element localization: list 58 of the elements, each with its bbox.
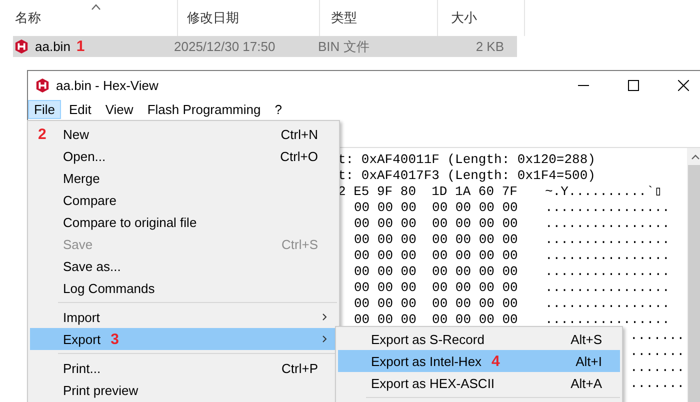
hexagon-h-icon	[35, 78, 50, 93]
segment-info-line: t: 0xAF40011F (Length: 0x120=288)	[338, 152, 596, 168]
ascii-text: ................	[545, 296, 670, 312]
ascii-text: ................	[545, 200, 670, 216]
ascii-text: .......	[630, 328, 685, 344]
menu-bar-item[interactable]: ?	[268, 100, 288, 119]
ascii-text: .......	[630, 376, 685, 392]
hex-bytes: 00 00 00 00 00 00 00	[353, 216, 519, 232]
hex-bytes: 00 00 00 00 00 00 00	[353, 280, 519, 296]
ascii-text: ................	[545, 280, 670, 296]
menu-item[interactable]: Print... Ctrl+P	[30, 357, 337, 379]
menu-item[interactable]: 2 New Ctrl+N	[30, 123, 337, 145]
ascii-text: ................	[545, 248, 670, 264]
modified-date: 2025/12/30 17:50	[174, 39, 276, 54]
hexagon-h-icon	[14, 39, 29, 54]
ascii-text: ................	[545, 312, 670, 328]
ascii-text: ................	[545, 216, 670, 232]
menu-item[interactable]: Export as S-Record Alt+S	[338, 328, 620, 350]
file-type: BIN 文件	[318, 38, 370, 56]
ascii-text: ................	[545, 232, 670, 248]
menu-item[interactable]: Compare	[30, 189, 337, 211]
hex-bytes: 00 00 00 00 00 00 00	[353, 248, 519, 264]
file-name: aa.bin	[35, 39, 70, 54]
menu-item[interactable]: Export 3	[30, 328, 337, 350]
step-number: 1	[76, 38, 85, 55]
segment-info-line: t: 0xAF4017F3 (Length: 0x1F4=500)	[338, 168, 596, 184]
menu-item[interactable]: Log Commands	[30, 277, 337, 299]
column-header[interactable]: 类型	[331, 9, 357, 27]
menu-item[interactable]: Export as Intel-Hex 4 Alt+I	[338, 350, 620, 372]
hex-bytes: 00 00 00 00 00 00 00	[353, 296, 519, 312]
file-row[interactable]: aa.bin 1 2025/12/30 17:50 BIN 文件 2 KB	[13, 36, 517, 57]
ascii-text: ................	[545, 264, 670, 280]
column-header[interactable]: 大小	[451, 9, 477, 27]
menu-item[interactable]: Import	[30, 306, 337, 328]
ascii-text: ~.Y..........`▯	[545, 184, 662, 200]
hex-bytes: 00 00 00 00 00 00 00	[353, 232, 519, 248]
menu-item[interactable]: Compare to original file	[30, 211, 337, 233]
scroll-up-icon[interactable]	[691, 154, 700, 160]
ascii-text: .......	[630, 344, 685, 360]
menu-item[interactable]: Save as...	[30, 255, 337, 277]
window-title: aa.bin - Hex-View	[56, 78, 158, 93]
menu-item[interactable]: Export as HEX-ASCII Alt+A	[338, 372, 620, 394]
hex-bytes: 00 00 00 00 00 00 00	[353, 264, 519, 280]
column-header[interactable]: 名称	[15, 9, 41, 27]
menu-item[interactable]: Merge	[30, 167, 337, 189]
menu-item[interactable]: Print preview	[30, 379, 337, 401]
close-icon	[678, 80, 688, 91]
column-header[interactable]: 修改日期	[187, 9, 239, 27]
menu-bar-item[interactable]: View	[99, 100, 140, 119]
ascii-text: .......	[630, 360, 685, 376]
hex-bytes: 00 00 00 00 00 00 00	[353, 200, 519, 216]
hex-bytes: 00 00 00 00 00 00 00	[353, 312, 519, 328]
menu-bar-item[interactable]: Edit	[62, 100, 98, 119]
menu-bar-item[interactable]: Flash Programming	[141, 100, 267, 119]
maximize-icon	[628, 80, 638, 91]
menu-bar-item[interactable]: File	[28, 100, 61, 119]
menu-item[interactable]: Open... Ctrl+O	[30, 145, 337, 167]
file-size: 2 KB	[476, 39, 504, 54]
